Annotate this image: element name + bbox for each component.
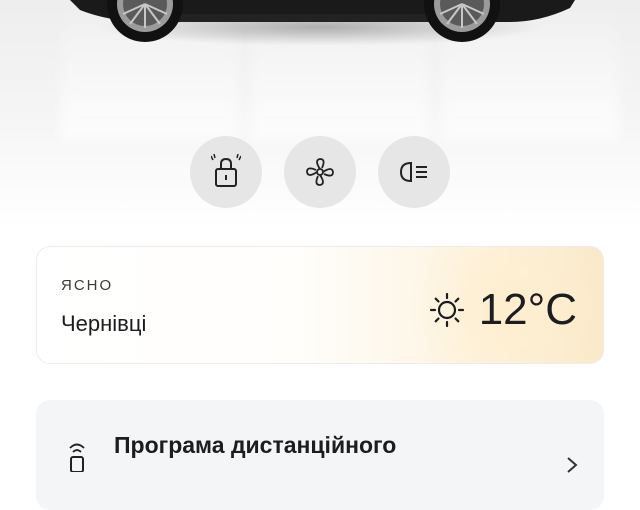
remote-program-title: Програма дистанційного xyxy=(114,432,397,458)
weather-city: Чернівці xyxy=(61,311,147,336)
quick-controls xyxy=(0,136,640,208)
car-wheel-left xyxy=(107,0,183,42)
headlights-button[interactable] xyxy=(378,136,450,208)
car-wheel-right xyxy=(424,0,500,42)
chevron-right-icon xyxy=(567,457,578,473)
weather-temperature-group: 12°C xyxy=(429,285,577,335)
fan-icon xyxy=(306,158,334,186)
weather-card[interactable]: ЯСНО Чернівці 12°C xyxy=(36,246,604,364)
remote-program-card[interactable]: Програма дистанційного xyxy=(36,400,604,510)
sun-icon xyxy=(429,292,464,328)
headlight-icon xyxy=(399,161,427,183)
remote-key-icon xyxy=(69,443,85,472)
weather-condition: ЯСНО xyxy=(61,277,114,294)
car-image xyxy=(70,0,575,42)
weather-temperature: 12°C xyxy=(478,285,577,334)
lock-button[interactable] xyxy=(190,136,262,208)
padlock-icon xyxy=(211,154,241,187)
climate-button[interactable] xyxy=(284,136,356,208)
